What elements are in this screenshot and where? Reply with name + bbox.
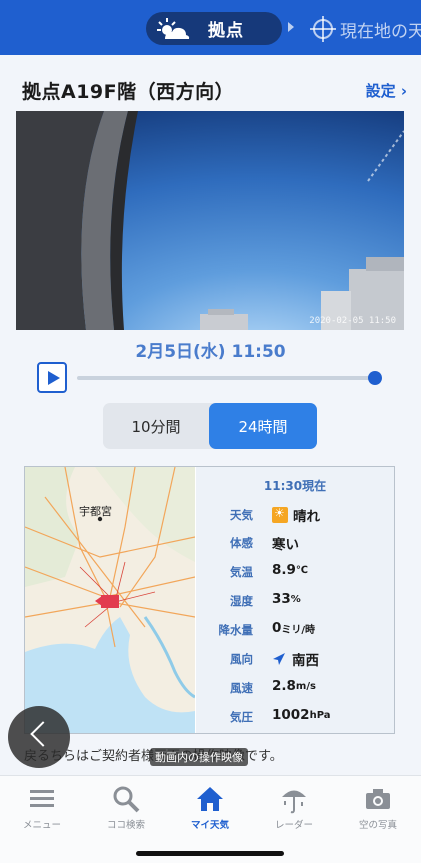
chevron-right-icon: [288, 22, 294, 32]
nav-my-weather-label: マイ天気: [190, 820, 229, 831]
row-value: 33: [272, 591, 291, 607]
row-wind-speed: 風速 2.8 m/s: [196, 678, 394, 698]
observation-panel: 宇都宮 11:30現在 天気 晴れ 体感 寒い 気温 8.9℃ 湿度 33% 降…: [24, 466, 395, 734]
row-label: 湿度: [230, 594, 253, 608]
nav-sky-photos-label: 空の写真: [358, 820, 397, 831]
nav-menu-label: メニュー: [22, 820, 61, 831]
nav-radar-label: レーダー: [274, 820, 313, 831]
sun-icon: [272, 506, 288, 523]
row-label: 天気: [230, 508, 253, 522]
play-button[interactable]: [37, 362, 67, 393]
timeline-slider-handle[interactable]: [368, 371, 382, 385]
row-humidity: 湿度 33%: [196, 591, 394, 611]
wind-arrow-icon: [273, 653, 285, 665]
row-value: 1002: [272, 707, 310, 723]
settings-button[interactable]: 設定 ›: [366, 80, 407, 101]
interval-selector: 10分間 24時間: [103, 403, 317, 449]
row-temperature: 気温 8.9 ℃: [196, 562, 394, 582]
row-feels: 体感 寒い: [196, 533, 394, 553]
row-label: 気圧: [230, 710, 253, 724]
row-value: 2.8: [272, 678, 296, 694]
observation-datetime: 2月5日(水) 11:50: [135, 342, 286, 362]
top-tab-bar: 拠点 現在地の天: [0, 0, 421, 55]
row-label: 体感: [230, 536, 253, 550]
tab-base-location[interactable]: 拠点: [146, 12, 282, 45]
map-city-label: 宇都宮: [79, 505, 112, 518]
row-value: 8.9: [272, 562, 296, 578]
home-indicator: [136, 851, 284, 856]
nav-menu[interactable]: メニュー: [0, 784, 84, 831]
row-weather: 天気 晴れ: [196, 505, 394, 525]
tab-base-location-label: 拠点: [208, 21, 244, 41]
page-title: 拠点A19F階（西方向）: [22, 81, 235, 103]
interval-option-10min[interactable]: 10分間: [103, 403, 209, 449]
location-map[interactable]: 宇都宮: [25, 467, 196, 733]
nav-radar[interactable]: レーダー: [252, 784, 336, 831]
interval-option-24h[interactable]: 24時間: [209, 403, 317, 449]
tab-current-location[interactable]: 現在地の天: [340, 17, 421, 42]
observation-time: 11:30現在: [263, 479, 327, 493]
camera-icon: [366, 789, 390, 809]
sky-camera-image: 2020-02-05 11:50: [16, 111, 404, 330]
row-value: 南西: [292, 653, 319, 669]
nav-my-weather[interactable]: マイ天気: [168, 784, 252, 831]
timeline-slider[interactable]: [77, 376, 373, 380]
home-icon: [197, 787, 223, 811]
row-label: 風向: [230, 652, 253, 666]
row-wind-direction: 風向 南西: [196, 649, 394, 669]
menu-icon: [30, 790, 54, 807]
current-location-icon[interactable]: [310, 16, 336, 42]
sun-cloud-icon: [157, 17, 190, 39]
row-unit: %: [290, 593, 301, 605]
back-button[interactable]: [8, 706, 70, 768]
video-overlay-label: 動画内の操作映像: [150, 748, 248, 766]
row-label: 降水量: [218, 623, 254, 637]
row-pressure: 気圧 1002 hPa: [196, 707, 394, 727]
radar-umbrella-icon: [282, 790, 306, 814]
search-icon: [113, 786, 140, 813]
row-value: 晴れ: [293, 509, 320, 525]
row-unit: ミリ/時: [281, 624, 316, 636]
row-unit: m/s: [295, 680, 316, 692]
nav-sky-photos[interactable]: 空の写真: [336, 784, 420, 831]
row-label: 風速: [230, 681, 253, 695]
row-label: 気温: [230, 565, 253, 579]
camera-timestamp: 2020-02-05 11:50: [309, 316, 396, 326]
row-value: 寒い: [272, 537, 299, 553]
row-value: 0: [272, 620, 282, 636]
row-precipitation: 降水量 0 ミリ/時: [196, 620, 394, 640]
nav-search-label: ココ検索: [106, 820, 145, 831]
bottom-navigation: メニュー ココ検索 マイ天気 レーダー 空の写真: [0, 775, 421, 863]
row-unit: ℃: [295, 564, 309, 576]
nav-search[interactable]: ココ検索: [84, 784, 168, 831]
row-unit: hPa: [309, 709, 331, 721]
observation-table: 11:30現在 天気 晴れ 体感 寒い 気温 8.9℃ 湿度 33% 降水量 0…: [196, 467, 394, 733]
